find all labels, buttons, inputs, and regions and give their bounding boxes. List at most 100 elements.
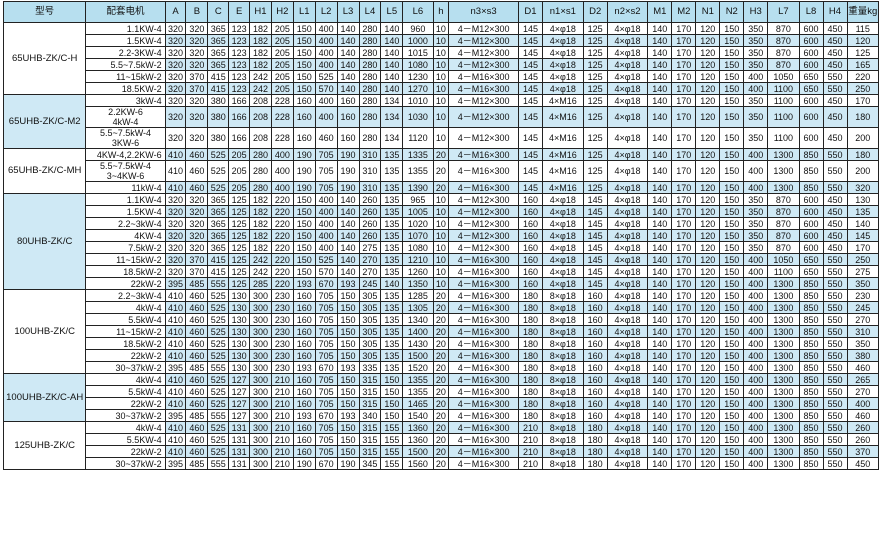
value-cell: 170: [671, 34, 697, 47]
value-cell: 400: [743, 337, 769, 350]
value-cell: 415: [207, 70, 230, 83]
model-cell: 80UHB-ZK/C: [2, 193, 87, 290]
value-cell: 125: [582, 58, 608, 71]
value-cell: 320: [164, 34, 187, 47]
value-cell: 460: [185, 301, 209, 314]
value-cell: 400: [743, 457, 769, 470]
value-cell: 1355: [402, 385, 434, 398]
value-cell: 160: [582, 337, 608, 350]
value-cell: 210: [270, 445, 294, 458]
value-cell: 125: [582, 148, 608, 161]
value-cell: 4×φ18: [542, 193, 584, 206]
value-cell: 140: [647, 373, 673, 386]
value-cell: 120: [695, 205, 721, 218]
value-cell: 8×φ18: [542, 373, 584, 386]
value-cell: 125: [582, 82, 608, 95]
value-cell: 135: [380, 160, 404, 182]
value-cell: 135: [380, 301, 404, 314]
value-cell: 1020: [402, 217, 434, 230]
value-cell: 4－M16×300: [448, 253, 520, 266]
value-cell: 600: [798, 229, 824, 242]
value-cell: 280: [358, 58, 382, 71]
value-cell: 210: [270, 397, 294, 410]
value-cell: 705: [314, 148, 338, 161]
value-cell: 140: [647, 457, 673, 470]
value-cell: 850: [798, 397, 824, 410]
table-row: 30~37kW-2 395 485 555 130 300 230 193 670 193 335 1…: [4, 361, 879, 374]
value-cell: 160: [292, 94, 316, 107]
value-cell: 335: [358, 361, 382, 374]
value-cell: 1300: [767, 277, 800, 290]
table-row: 5.5~7.5kW-4 3KW-6 320 320 380 166 208 228 160 46…: [4, 127, 879, 149]
value-cell: 485: [185, 361, 209, 374]
value-cell: 1100: [767, 265, 800, 278]
value-cell: 4－M16×300: [448, 409, 520, 422]
value-cell: 280: [358, 106, 382, 128]
value-cell: 180: [582, 421, 608, 434]
value-cell: 140: [336, 253, 360, 266]
value-cell: 127: [228, 397, 251, 410]
value-cell: 120: [695, 94, 721, 107]
value-cell: 180: [518, 361, 543, 374]
value-cell: 220: [270, 193, 294, 206]
value-cell: 285: [249, 277, 272, 290]
value-cell: 190: [336, 181, 360, 194]
value-cell: 4－M16×300: [448, 397, 520, 410]
value-cell: 150: [719, 229, 745, 242]
value-cell: 10: [432, 127, 450, 149]
value-cell: 1540: [402, 409, 434, 422]
motor-cell: 2.2KW-6 4kW-4: [85, 106, 166, 128]
value-cell: 4－M12×300: [448, 94, 520, 107]
value-cell: 180: [518, 289, 543, 302]
value-cell: 150: [719, 127, 745, 149]
value-cell: 850: [798, 289, 824, 302]
value-cell: 300: [249, 385, 272, 398]
value-cell: 4×φ18: [606, 349, 649, 362]
value-cell: 145: [582, 193, 608, 206]
value-cell: 150: [719, 409, 745, 422]
value-cell: 410: [164, 325, 187, 338]
table-row: 22kW-2 410 460 525 127 300 210 160 705 150 315 150 1…: [4, 397, 879, 410]
value-cell: 1100: [767, 94, 800, 107]
value-cell: 275: [846, 265, 879, 278]
value-cell: 140: [647, 325, 673, 338]
value-cell: 150: [292, 193, 316, 206]
value-cell: 170: [671, 361, 697, 374]
value-cell: 125: [228, 253, 251, 266]
value-cell: 120: [695, 148, 721, 161]
value-cell: 220: [270, 253, 294, 266]
value-cell: 4×M16: [542, 106, 584, 128]
value-cell: 1230: [402, 70, 434, 83]
value-cell: 8×φ18: [542, 337, 584, 350]
value-cell: 140: [647, 301, 673, 314]
table-row: 65UHB-ZK/C-M2 3kW-4 320 320 380 166 208 228 160 4…: [2, 94, 879, 149]
value-cell: 20: [432, 373, 450, 386]
value-cell: 182: [249, 22, 272, 35]
value-cell: 115: [846, 22, 879, 35]
value-cell: 160: [518, 193, 543, 206]
value-cell: 120: [695, 301, 721, 314]
value-cell: 705: [314, 301, 338, 314]
value-cell: 320: [164, 127, 187, 149]
value-cell: 160: [518, 253, 543, 266]
value-cell: 350: [743, 127, 769, 149]
table-row: 22kW-2 410 460 525 131 300 210 160 705 150 315 155 1…: [4, 445, 879, 458]
value-cell: 200: [846, 127, 879, 149]
value-cell: 245: [846, 301, 879, 314]
value-cell: 155: [380, 433, 404, 446]
value-cell: 1500: [402, 349, 434, 362]
value-cell: 1080: [402, 58, 434, 71]
value-cell: 135: [380, 361, 404, 374]
value-cell: 320: [164, 82, 187, 95]
value-cell: 305: [358, 337, 382, 350]
value-cell: 4－M12×300: [448, 217, 520, 230]
value-cell: 160: [292, 301, 316, 314]
value-cell: 140: [647, 106, 673, 128]
value-cell: 400: [743, 70, 769, 83]
table-row: 65UHB-ZK/C-H 1.1KW-4 320 320 365 123 182 205 150…: [2, 22, 879, 95]
value-cell: 140: [647, 277, 673, 290]
value-cell: 395: [164, 457, 187, 470]
column-header: M1: [647, 1, 673, 23]
value-cell: 150: [292, 82, 316, 95]
value-cell: 280: [358, 22, 382, 35]
